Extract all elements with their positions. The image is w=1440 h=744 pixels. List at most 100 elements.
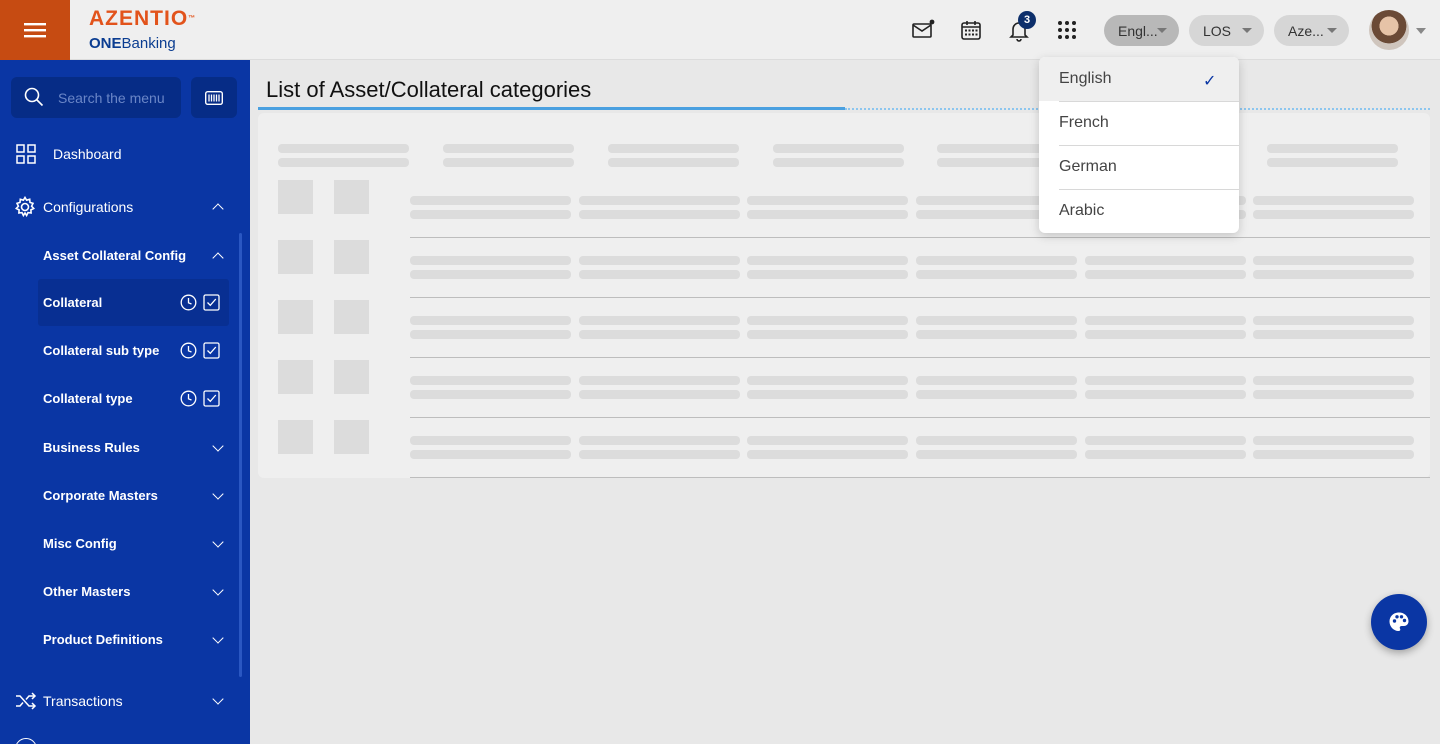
skeleton-cell-bar: [1253, 436, 1414, 445]
chevron-down-icon: [212, 488, 224, 500]
sidebar-item-label: Collateral sub type: [43, 343, 160, 358]
skeleton-cell-bar: [916, 390, 1077, 399]
sidebar-item-collateral-type[interactable]: Collateral type: [0, 387, 240, 411]
checkbox-icon[interactable]: [203, 390, 220, 407]
skeleton-avatar: [334, 240, 369, 274]
skeleton-cell-bar: [747, 210, 908, 219]
user-avatar[interactable]: [1369, 10, 1409, 50]
chevron-down-icon: [212, 440, 224, 452]
sidebar-item-dashboard[interactable]: Dashboard: [0, 142, 240, 166]
sidebar-item-product-definitions[interactable]: Product Definitions: [0, 628, 240, 652]
chevron-up-icon: [212, 252, 224, 264]
skeleton-cell-bar: [579, 450, 740, 459]
skeleton-cell-bar: [747, 450, 908, 459]
skeleton-cell-bar: [916, 316, 1077, 325]
skeleton-row-divider: [410, 357, 1430, 358]
sidebar-item-business-rules[interactable]: Business Rules: [0, 436, 240, 460]
sidebar-item-corporate-masters[interactable]: Corporate Masters: [0, 484, 240, 508]
skeleton-cell-bar: [1085, 316, 1246, 325]
module-selector[interactable]: LOS: [1189, 15, 1264, 46]
language-option-german[interactable]: German: [1039, 145, 1239, 189]
skeleton-cell-bar: [1253, 210, 1414, 219]
chevron-down-icon: [212, 693, 224, 705]
search-placeholder: Search the menu: [58, 90, 165, 106]
skeleton-avatar: [334, 420, 369, 454]
search-icon: [24, 87, 44, 107]
skeleton-cell-bar: [1253, 196, 1414, 205]
skeleton-cell-bar: [916, 450, 1077, 459]
skeleton-cell-bar: [410, 256, 571, 265]
brand-logo[interactable]: AZENTIO™ ONEBanking: [89, 8, 196, 53]
gear-icon: [14, 196, 36, 218]
skeleton-cell-bar: [579, 210, 740, 219]
skeleton-header-bar: [1267, 144, 1398, 153]
skeleton-avatar: [278, 360, 313, 394]
sidebar: Search the menu Dashboard Configurations…: [0, 60, 250, 744]
language-option-label: German: [1059, 158, 1117, 175]
sidebar-item-label: Collateral: [43, 295, 103, 310]
top-header: AZENTIO™ ONEBanking 3 Engl... LOS Aze...: [0, 0, 1440, 60]
skeleton-avatar: [334, 180, 369, 214]
sidebar-item-collateral[interactable]: Collateral: [0, 291, 240, 315]
skeleton-cell-bar: [410, 450, 571, 459]
apps-grid-icon[interactable]: [1055, 18, 1079, 42]
chevron-down-icon: [212, 632, 224, 644]
skeleton-cell-bar: [916, 376, 1077, 385]
caret-down-icon: [1242, 28, 1252, 33]
sidebar-item-label: Product Definitions: [43, 632, 163, 647]
profile-caret-icon[interactable]: [1416, 28, 1426, 34]
skeleton-avatar: [278, 300, 313, 334]
language-selector-label: Engl...: [1118, 22, 1158, 39]
skeleton-header-bar: [278, 158, 409, 167]
language-option-french[interactable]: French: [1039, 101, 1239, 145]
checkbox-icon[interactable]: [203, 294, 220, 311]
skeleton-cell-bar: [1085, 376, 1246, 385]
menu-search-input[interactable]: Search the menu: [11, 77, 181, 118]
clock-icon[interactable]: [180, 342, 197, 359]
skeleton-cell-bar: [410, 270, 571, 279]
checkbox-icon[interactable]: [203, 342, 220, 359]
clock-icon[interactable]: [180, 294, 197, 311]
theme-palette-button[interactable]: [1371, 594, 1427, 650]
sidebar-scrollbar[interactable]: [239, 233, 242, 677]
skeleton-cell-bar: [1085, 450, 1246, 459]
clock-icon[interactable]: [180, 390, 197, 407]
skeleton-header-bar: [443, 158, 574, 167]
shuffle-icon: [16, 692, 37, 710]
caret-down-icon: [1327, 28, 1337, 33]
skeleton-cell-bar: [1253, 270, 1414, 279]
skeleton-cell-bar: [410, 330, 571, 339]
skeleton-cell-bar: [916, 436, 1077, 445]
skeleton-cell-bar: [579, 270, 740, 279]
skeleton-cell-bar: [410, 436, 571, 445]
sidebar-item-label: Other Masters: [43, 584, 131, 599]
skeleton-cell-bar: [1085, 436, 1246, 445]
language-selector[interactable]: Engl...: [1104, 15, 1179, 46]
sidebar-item-other-masters[interactable]: Other Masters: [0, 580, 240, 604]
skeleton-avatar: [278, 240, 313, 274]
sidebar-item-configurations[interactable]: Configurations: [0, 195, 240, 219]
page-title: List of Asset/Collateral categories: [266, 77, 592, 102]
sidebar-item-label: Asset Collateral Config: [43, 248, 187, 263]
calendar-icon[interactable]: [959, 18, 983, 42]
sidebar-item-collateral-sub-type[interactable]: Collateral sub type: [0, 339, 240, 363]
sidebar-item-transactions[interactable]: Transactions: [0, 689, 240, 713]
chevron-down-icon: [212, 536, 224, 548]
skeleton-header-bar: [278, 144, 409, 153]
skeleton-cell-bar: [410, 390, 571, 399]
menu-toggle-button[interactable]: [0, 0, 70, 60]
language-option-english[interactable]: English ✓: [1039, 57, 1239, 101]
skeleton-cell-bar: [1085, 270, 1246, 279]
grid-icon: [16, 144, 36, 164]
language-option-arabic[interactable]: Arabic: [1039, 189, 1239, 233]
barcode-scan-button[interactable]: [191, 77, 237, 118]
language-option-label: French: [1059, 114, 1109, 131]
mail-icon[interactable]: [911, 18, 935, 42]
entity-selector[interactable]: Aze...: [1274, 15, 1349, 46]
skeleton-cell-bar: [579, 390, 740, 399]
sidebar-item-asset-collateral-config[interactable]: Asset Collateral Config: [0, 244, 240, 268]
globe-icon[interactable]: [15, 738, 37, 744]
skeleton-cell-bar: [410, 196, 571, 205]
skeleton-cell-bar: [916, 270, 1077, 279]
sidebar-item-misc-config[interactable]: Misc Config: [0, 532, 240, 556]
